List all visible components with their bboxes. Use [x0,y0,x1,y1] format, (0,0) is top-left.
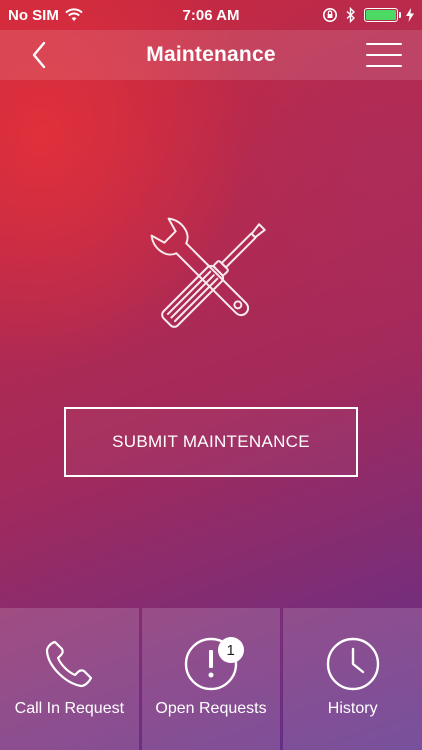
tab-history[interactable]: History [283,608,422,750]
tab-call-in-request[interactable]: Call In Request [0,608,139,750]
tab-label: History [327,700,378,717]
tab-label: Call In Request [14,700,125,717]
phone-icon [46,640,93,688]
charging-bolt-icon [406,8,414,22]
open-requests-badge: 1 [217,637,244,663]
back-button[interactable] [24,39,54,71]
clock-icon [326,637,379,691]
rotation-lock-icon [323,8,337,22]
status-left: No SIM [8,7,83,24]
wifi-icon [65,8,83,21]
status-bar: No SIM 7:06 AM [0,0,422,30]
hamburger-menu-icon-line [366,54,402,56]
battery-level [366,10,396,20]
hamburger-menu-icon-line [366,43,402,45]
tab-open-requests[interactable]: 1 Open Requests [141,608,281,750]
screwdriver-wrench-icon [150,217,266,328]
battery-icon [364,8,401,22]
bluetooth-icon [346,7,356,23]
submit-maintenance-label: SUBMIT MAINTENANCE [112,432,310,451]
bottom-tab-bar: Call In Request 1 Open Requests History [0,608,422,750]
chevron-left-icon [32,41,46,69]
hamburger-menu-icon-line [366,65,402,67]
carrier-label: No SIM [8,6,59,24]
tab-label: Open Requests [155,700,267,717]
menu-button[interactable] [366,40,402,70]
status-right [322,7,414,23]
submit-maintenance-button[interactable]: SUBMIT MAINTENANCE [64,407,358,477]
nav-bar: Maintenance [0,30,422,80]
page-title: Maintenance [146,43,276,66]
